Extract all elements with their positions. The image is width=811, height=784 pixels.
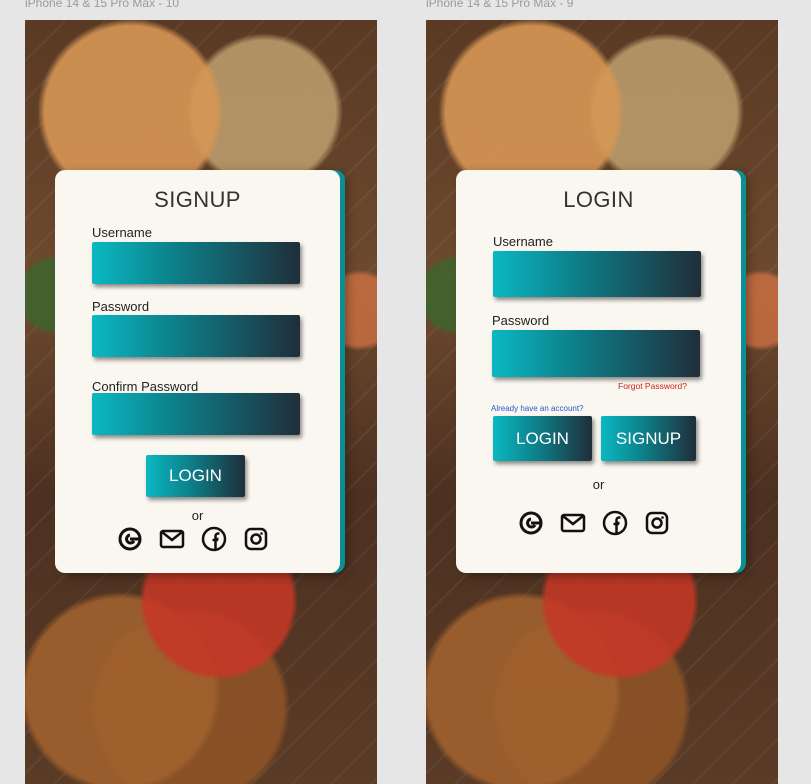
phone-frame-login: LOGIN Username Password Forgot Password?… bbox=[426, 20, 778, 784]
password-input[interactable] bbox=[492, 330, 700, 377]
instagram-icon[interactable] bbox=[243, 526, 269, 552]
username-label: Username bbox=[92, 225, 152, 240]
username-input[interactable] bbox=[493, 251, 701, 297]
or-text: or bbox=[592, 477, 605, 492]
facebook-icon[interactable] bbox=[602, 510, 628, 536]
instagram-icon[interactable] bbox=[644, 510, 670, 536]
forgot-password-link[interactable]: Forgot Password? bbox=[618, 381, 687, 391]
or-text: or bbox=[191, 508, 204, 523]
google-icon[interactable] bbox=[518, 510, 544, 536]
google-icon[interactable] bbox=[117, 526, 143, 552]
mail-icon[interactable] bbox=[560, 510, 586, 536]
confirm-password-input[interactable] bbox=[92, 393, 300, 435]
signup-title: SIGNUP bbox=[154, 187, 241, 212]
login-button[interactable]: LOGIN bbox=[146, 455, 245, 497]
frame-label-signup: iPhone 14 & 15 Pro Max - 10 bbox=[25, 0, 180, 10]
password-label: Password bbox=[492, 313, 550, 328]
social-icons bbox=[518, 510, 670, 536]
already-have-account-link[interactable]: Already have an account? bbox=[491, 404, 584, 413]
password-label: Password bbox=[92, 299, 150, 314]
signup-button[interactable]: SIGNUP bbox=[601, 416, 696, 461]
password-input[interactable] bbox=[92, 315, 300, 357]
signup-card: SIGNUP Username Password Confirm Passwor… bbox=[55, 170, 340, 573]
confirm-password-label: Confirm Password bbox=[92, 379, 199, 394]
social-icons bbox=[117, 526, 269, 552]
username-input[interactable] bbox=[92, 242, 300, 284]
phone-frame-signup: SIGNUP Username Password Confirm Passwor… bbox=[25, 20, 377, 784]
login-title: LOGIN bbox=[563, 187, 634, 212]
login-button[interactable]: LOGIN bbox=[493, 416, 592, 461]
login-card: LOGIN Username Password Forgot Password?… bbox=[456, 170, 741, 573]
facebook-icon[interactable] bbox=[201, 526, 227, 552]
username-label: Username bbox=[493, 234, 553, 249]
frame-label-login: iPhone 14 & 15 Pro Max - 9 bbox=[426, 0, 574, 10]
mail-icon[interactable] bbox=[159, 526, 185, 552]
